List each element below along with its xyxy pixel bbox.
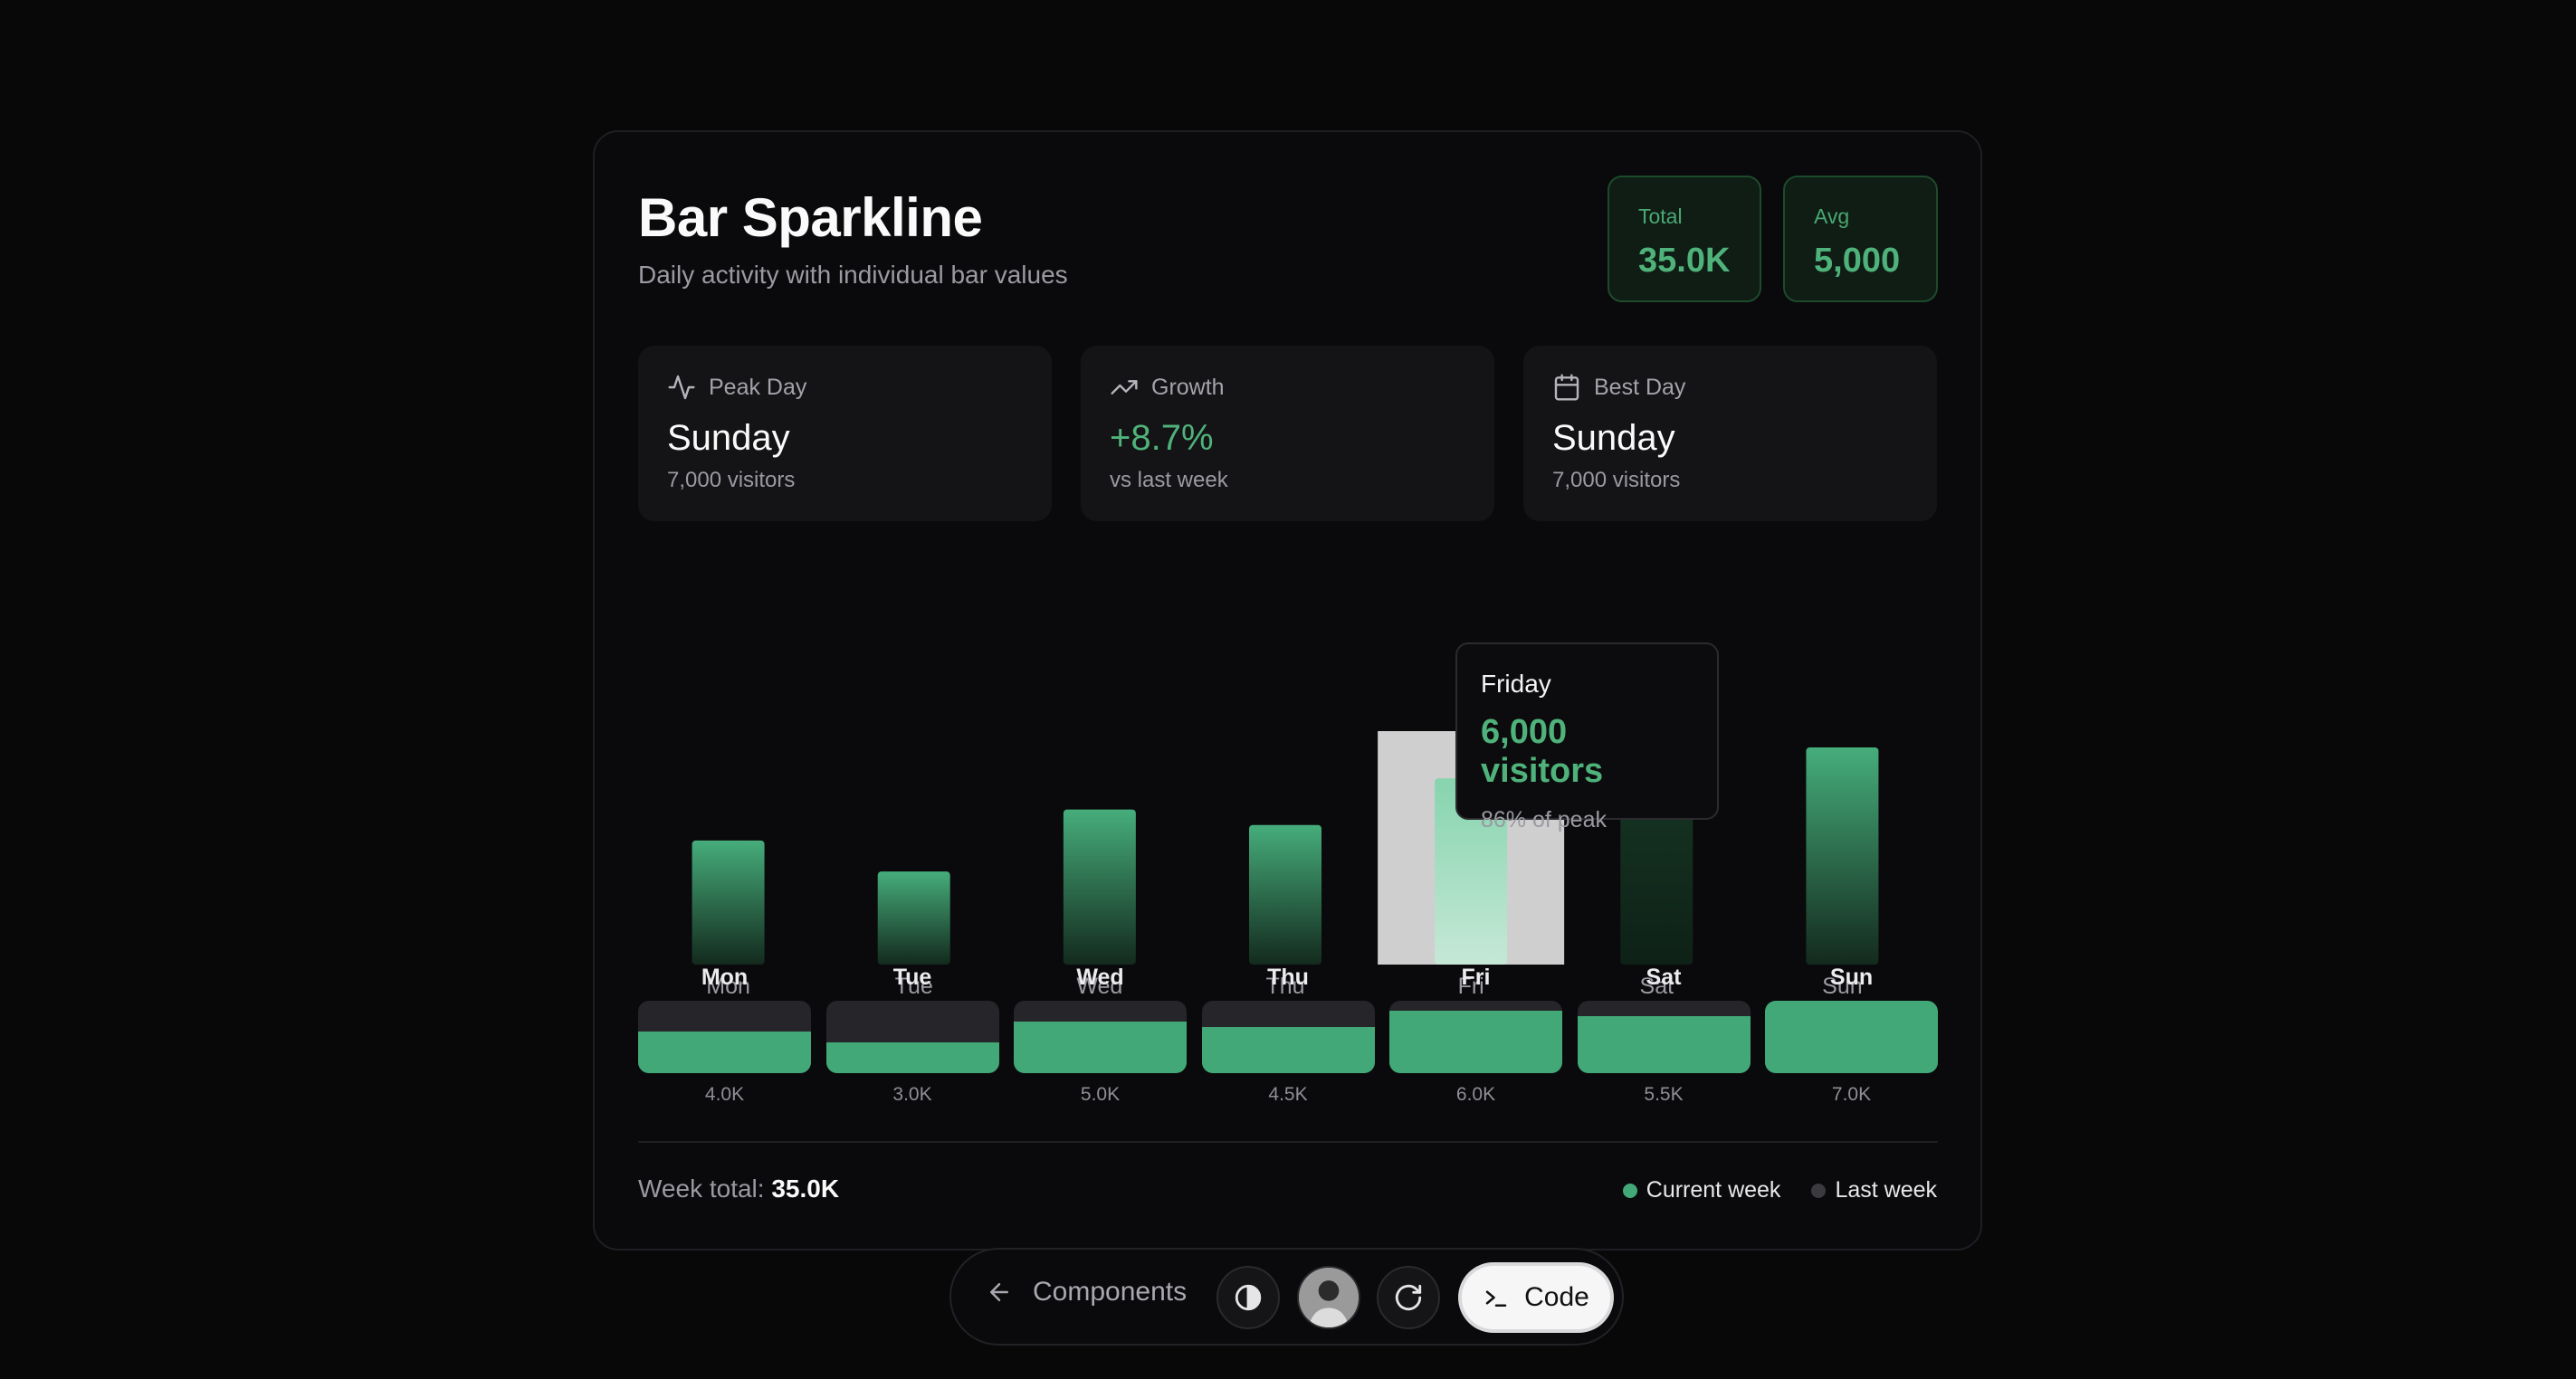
back-to-components-link[interactable]: Components (986, 1277, 1187, 1308)
avatar[interactable] (1297, 1266, 1360, 1329)
stat-best-label: Best Day (1594, 374, 1686, 400)
mini-bar-track (1014, 1001, 1187, 1073)
tooltip-value: 6,000 visitors (1481, 713, 1604, 790)
tooltip-title: Friday (1481, 670, 1551, 698)
user-avatar-icon (1299, 1268, 1359, 1327)
mini-bar-track (825, 1001, 999, 1073)
divider (638, 1141, 1938, 1143)
terminal-icon (1485, 1290, 1507, 1307)
code-button[interactable]: Code (1458, 1262, 1614, 1333)
kpi-total-label: Total (1638, 204, 1683, 228)
mini-bar-fill (825, 1041, 999, 1073)
mini-bar-fill (1765, 1001, 1938, 1073)
mini-bar-value: 7.0K (1831, 1084, 1872, 1105)
mini-bar-value: 5.0K (1080, 1084, 1121, 1105)
mini-bar-sun[interactable]: Sun 7.0K (1765, 965, 1938, 1106)
stat-peak-day: Peak Day Sunday 7,000 visitors (638, 346, 1052, 521)
kpi-total: Total 35.0K (1608, 176, 1761, 302)
stat-best-value: Sunday (1552, 418, 1675, 458)
mini-bar-value: 6.0K (1455, 1084, 1496, 1105)
mini-bar-day-label: Tue (892, 965, 932, 990)
tooltip-sub: 86% of peak (1481, 807, 1607, 832)
legend-last-week: Last week (1811, 1177, 1937, 1203)
code-label: Code (1524, 1282, 1589, 1312)
mini-bar-day-label: Sun (1829, 965, 1874, 990)
legend-last-dot (1811, 1183, 1827, 1198)
kpi-avg: Avg 5,000 (1783, 176, 1938, 302)
kpi-total-value: 35.0K (1638, 242, 1731, 280)
mini-bar-day-label: Mon (701, 965, 749, 990)
mini-bar-day-label: Wed (1076, 965, 1124, 990)
legend-current-label: Current week (1646, 1177, 1781, 1203)
mini-bar-fill (1201, 1026, 1375, 1073)
arrow-left-icon (990, 1283, 1008, 1301)
refresh-icon (1395, 1284, 1422, 1311)
mini-bar-value: 4.0K (704, 1084, 745, 1105)
mini-bar-value: 5.5K (1644, 1084, 1684, 1105)
week-total-label: Week total: (638, 1175, 765, 1203)
mini-bar-day-label: Fri (1461, 965, 1491, 990)
mini-bar-day-label: Sat (1646, 965, 1682, 990)
stat-best-sub: 7,000 visitors (1552, 468, 1681, 492)
mini-bar-track (1201, 1001, 1375, 1073)
mini-bar-day-label: Thu (1267, 965, 1309, 990)
week-total-value: 35.0K (771, 1175, 840, 1203)
bar-chart: Mon Tue Wed Thu Fri Sat Sun (638, 585, 1938, 1010)
mini-bar-track (1765, 1001, 1938, 1073)
bar-chart-svg: Mon Tue Wed Thu Fri Sat Sun (692, 731, 1879, 999)
mini-bar-value: 4.5K (1268, 1084, 1308, 1105)
page-subtitle: Daily activity with individual bar value… (638, 261, 1068, 289)
bar-wed[interactable] (1063, 809, 1136, 965)
legend-current-week: Current week (1622, 1177, 1781, 1203)
mini-bar-value: 3.0K (892, 1084, 932, 1105)
bar-sun[interactable] (1806, 747, 1879, 965)
mini-bar-fri[interactable]: Fri 6.0K (1389, 965, 1562, 1106)
bar-thu[interactable] (1249, 824, 1321, 965)
stat-peak-value: Sunday (667, 418, 790, 458)
mini-bar-row: Mon 4.0K Tue 3.0K Wed 5.0K Thu 4.5K Fri 6.0K Sat 5.… (638, 965, 1938, 1109)
trending-up-icon (1111, 380, 1138, 395)
stat-peak-sub: 7,000 visitors (667, 468, 796, 492)
bar-sparkline-card: Bar Sparkline Daily activity with indivi… (593, 130, 1982, 1251)
mini-bar-track (1577, 1001, 1751, 1073)
legend-current-dot (1622, 1183, 1637, 1198)
kpi-avg-label: Avg (1814, 204, 1850, 228)
back-label: Components (1033, 1277, 1188, 1307)
mini-bar-mon[interactable]: Mon 4.0K (638, 965, 811, 1106)
mini-bar-fill (1577, 1015, 1751, 1073)
mini-bar-fill (1014, 1022, 1187, 1073)
mini-bar-wed[interactable]: Wed 5.0K (1014, 965, 1187, 1106)
bar-tue[interactable] (877, 871, 950, 965)
mini-bar-fill (1389, 1011, 1562, 1073)
activity-icon (668, 375, 695, 400)
legend-last-label: Last week (1835, 1177, 1937, 1203)
kpi-avg-value: 5,000 (1814, 242, 1901, 280)
chart-tooltip: Friday 6,000 visitors 86% of peak (1455, 642, 1719, 832)
mini-bar-track (1389, 1001, 1562, 1073)
stat-growth-value: +8.7% (1110, 418, 1214, 458)
stat-growth-sub: vs last week (1110, 468, 1228, 492)
bar-mon[interactable] (692, 840, 765, 965)
contrast-icon (1235, 1284, 1262, 1311)
mini-bar-track (638, 1001, 811, 1073)
stat-best-day: Best Day Sunday 7,000 visitors (1523, 346, 1937, 521)
stat-growth: Growth +8.7% vs last week (1081, 346, 1494, 521)
legend: Current week Last week (1622, 1177, 1937, 1203)
page-title: Bar Sparkline (638, 187, 983, 248)
stat-growth-label: Growth (1151, 374, 1225, 400)
stat-peak-label: Peak Day (709, 374, 807, 400)
mini-bar-thu[interactable]: Thu 4.5K (1201, 965, 1375, 1106)
refresh-button[interactable] (1377, 1266, 1440, 1329)
week-total: Week total: 35.0K (638, 1175, 839, 1203)
theme-toggle-button[interactable] (1216, 1266, 1280, 1329)
mini-bar-tue[interactable]: Tue 3.0K (825, 965, 999, 1106)
bottom-toolbar: Components Code (949, 1248, 1624, 1346)
mini-bar-fill (638, 1032, 811, 1073)
mini-bar-sat[interactable]: Sat 5.5K (1577, 965, 1751, 1106)
calendar-icon (1554, 374, 1579, 401)
